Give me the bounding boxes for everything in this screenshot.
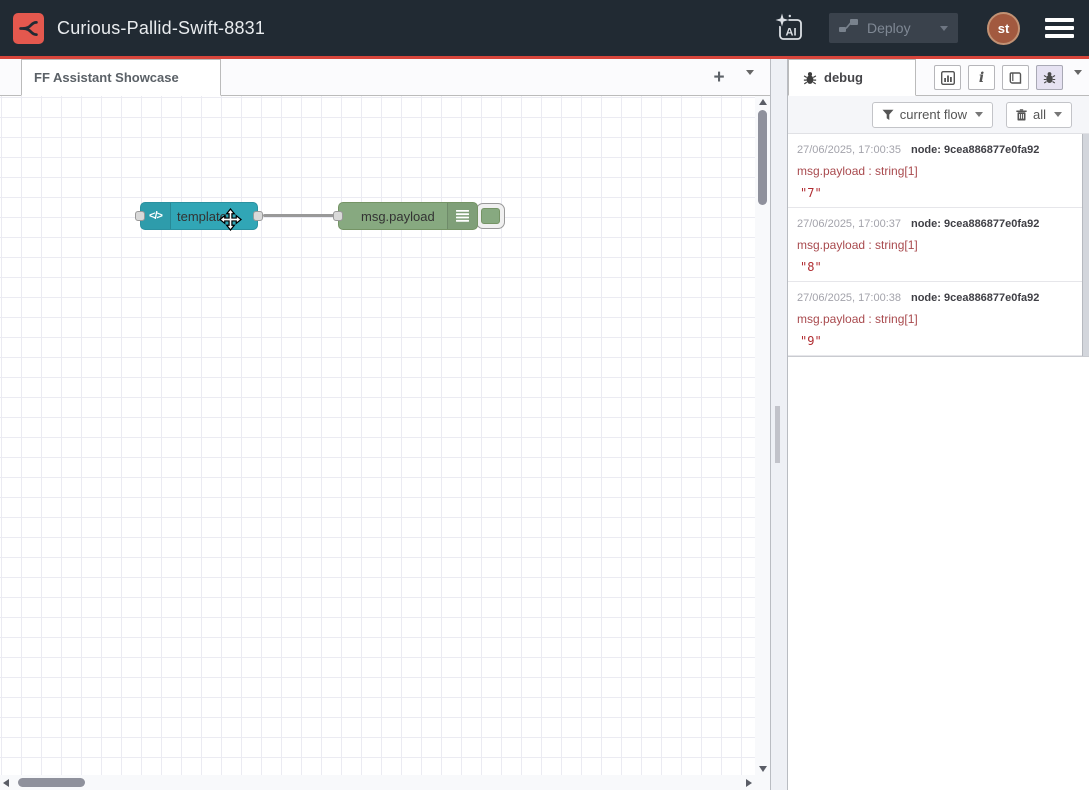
list-icon <box>447 203 477 229</box>
sidebar-tab-buttons: i <box>934 65 1063 90</box>
horizontal-scroll-thumb[interactable] <box>18 778 85 787</box>
info-button[interactable]: i <box>968 65 995 90</box>
flow-tab-label: FF Assistant Showcase <box>34 70 179 85</box>
user-avatar[interactable]: st <box>987 12 1020 45</box>
bug-icon <box>1043 71 1056 84</box>
workspace-pane: FF Assistant Showcase + </> template <box>0 59 770 790</box>
deploy-nodes-icon <box>839 18 858 38</box>
bar-chart-icon <box>941 71 955 85</box>
info-icon: i <box>979 71 984 85</box>
sidebar-tab-label: debug <box>824 70 863 85</box>
flow-canvas[interactable]: </> template msg.payload <box>0 96 770 790</box>
sidebar-tabbar: debug i <box>788 59 1089 96</box>
book-icon <box>1008 71 1023 85</box>
node-template-output-port[interactable] <box>253 211 263 221</box>
deploy-options-caret-icon[interactable] <box>940 26 948 31</box>
node-template-input-port[interactable] <box>135 211 145 221</box>
wire-template-to-debug[interactable] <box>263 214 338 217</box>
main-area: FF Assistant Showcase + </> template <box>0 59 1089 790</box>
flowfuse-logo-icon <box>13 13 44 44</box>
chevron-down-icon <box>746 70 754 92</box>
debug-message[interactable]: 27/06/2025, 17:00:38 node: 9cea886877e0f… <box>788 282 1089 356</box>
sidebar-splitter[interactable] <box>770 59 788 790</box>
message-property-path[interactable]: msg.payload : string[1] <box>797 238 1073 252</box>
message-node-id: node: 9cea886877e0fa92 <box>911 144 1039 156</box>
filter-current-flow-button[interactable]: current flow <box>872 102 993 128</box>
debug-filter-toolbar: current flow all <box>788 96 1089 134</box>
deploy-button[interactable]: Deploy <box>829 13 958 43</box>
debug-list-scrollbar[interactable] <box>1082 134 1089 356</box>
flow-tabbar: FF Assistant Showcase + <box>0 59 770 96</box>
message-node-id: node: 9cea886877e0fa92 <box>911 292 1039 304</box>
message-property-path[interactable]: msg.payload : string[1] <box>797 164 1073 178</box>
scroll-left-arrow[interactable] <box>3 779 9 787</box>
message-timestamp: 27/06/2025, 17:00:35 <box>797 144 901 156</box>
ai-assistant-button[interactable]: AI <box>772 10 808 46</box>
scroll-up-arrow[interactable] <box>759 99 767 105</box>
code-icon: </> <box>141 203 171 229</box>
add-flow-button[interactable]: + <box>706 65 732 90</box>
canvas-horizontal-scrollbar[interactable] <box>0 775 755 790</box>
chevron-down-icon <box>1054 112 1062 117</box>
debug-sidebar: debug i <box>788 59 1089 790</box>
bug-icon <box>803 71 817 85</box>
message-value: "7" <box>797 186 1073 200</box>
trash-icon <box>1016 109 1027 121</box>
message-property-path[interactable]: msg.payload : string[1] <box>797 312 1073 326</box>
message-timestamp: 27/06/2025, 17:00:37 <box>797 218 901 230</box>
chevron-down-icon <box>975 112 983 117</box>
debug-panel-button[interactable] <box>1036 65 1063 90</box>
debug-message[interactable]: 27/06/2025, 17:00:35 node: 9cea886877e0f… <box>788 134 1089 208</box>
sidebar-empty-area <box>788 357 1089 790</box>
hamburger-icon <box>1045 18 1074 22</box>
flow-list-caret-button[interactable] <box>746 75 754 93</box>
debug-message[interactable]: 27/06/2025, 17:00:37 node: 9cea886877e0f… <box>788 208 1089 282</box>
node-msg-payload-input-port[interactable] <box>333 211 343 221</box>
debug-enable-toggle[interactable] <box>476 203 505 229</box>
main-menu-button[interactable] <box>1043 14 1076 42</box>
avatar-initials: st <box>998 21 1010 36</box>
node-msg-payload-label: msg.payload <box>361 203 435 229</box>
deploy-button-label: Deploy <box>867 20 911 36</box>
vertical-scroll-thumb[interactable] <box>758 110 767 205</box>
message-node-id: node: 9cea886877e0fa92 <box>911 218 1039 230</box>
filter-button-label: current flow <box>900 107 967 122</box>
flow-tab-ff-assistant-showcase[interactable]: FF Assistant Showcase <box>21 59 221 96</box>
message-timestamp: 27/06/2025, 17:00:38 <box>797 292 901 304</box>
message-value: "9" <box>797 334 1073 348</box>
clear-button-label: all <box>1033 107 1046 122</box>
funnel-icon <box>882 109 894 121</box>
sidebar-options-button[interactable] <box>1074 75 1082 93</box>
plus-icon: + <box>713 67 724 89</box>
message-value: "8" <box>797 260 1073 274</box>
dashboard-chart-button[interactable] <box>934 65 961 90</box>
scrollbar-corner <box>755 775 770 790</box>
ai-icon-label: AI <box>786 27 797 39</box>
sidebar-tab-debug[interactable]: debug <box>788 59 916 96</box>
app-header: Curious-Pallid-Swift-8831 AI Deploy st <box>0 0 1089 59</box>
help-book-button[interactable] <box>1002 65 1029 90</box>
canvas-vertical-scrollbar[interactable] <box>755 96 770 775</box>
node-msg-payload[interactable]: msg.payload <box>338 202 478 230</box>
splitter-drag-handle[interactable] <box>775 406 780 463</box>
page-title: Curious-Pallid-Swift-8831 <box>57 18 265 39</box>
move-cursor-icon <box>219 208 242 236</box>
debug-message-list: 27/06/2025, 17:00:35 node: 9cea886877e0f… <box>788 134 1089 357</box>
chevron-down-icon <box>1074 70 1082 92</box>
scroll-down-arrow[interactable] <box>759 766 767 772</box>
clear-all-button[interactable]: all <box>1006 102 1072 128</box>
scroll-right-arrow[interactable] <box>746 779 752 787</box>
